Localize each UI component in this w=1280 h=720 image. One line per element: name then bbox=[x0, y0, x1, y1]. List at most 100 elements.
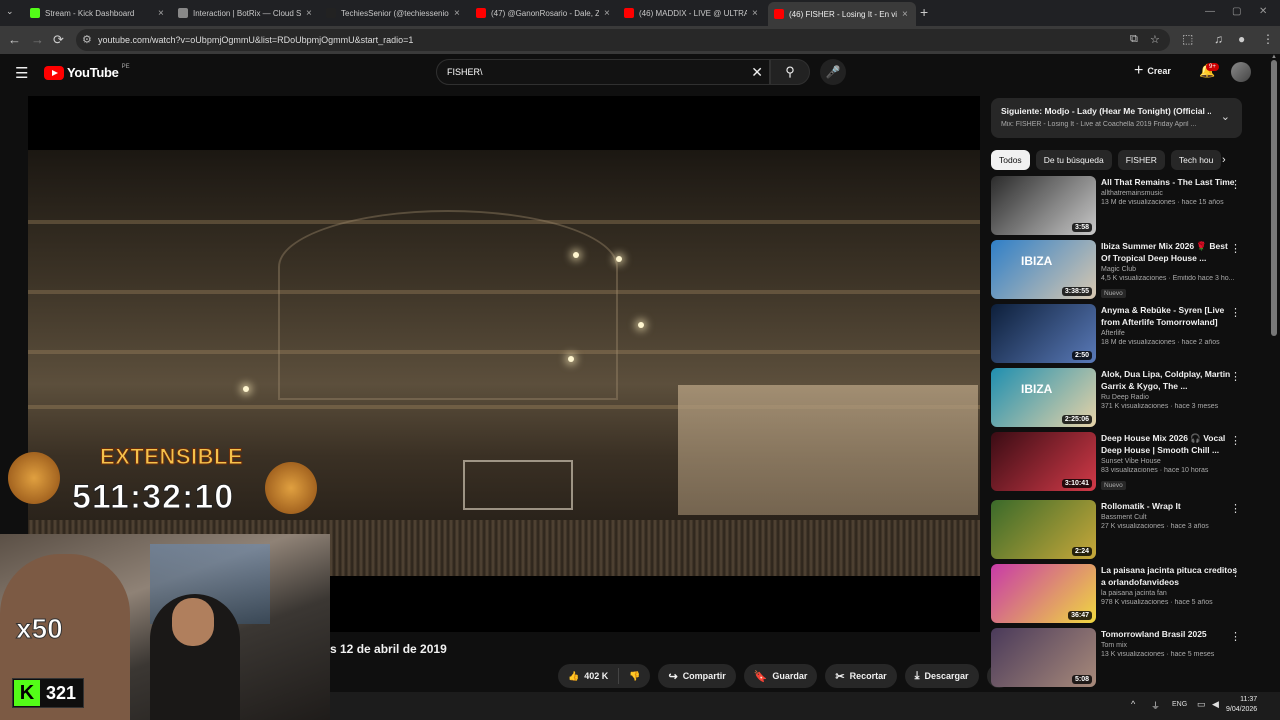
like-button[interactable]: 👍 402 K bbox=[558, 671, 618, 682]
address-bar[interactable]: ⚙ youtube.com/watch?v=oUbpmjOgmmU&list=R… bbox=[76, 29, 1170, 51]
clip-button[interactable]: ✂ Recortar bbox=[825, 664, 897, 688]
youtube-logo[interactable]: YouTube PE bbox=[44, 64, 130, 80]
tab-close-icon[interactable]: × bbox=[752, 8, 760, 19]
video-thumbnail[interactable]: IBIZA 2:25:06 bbox=[991, 368, 1096, 427]
recommended-video[interactable]: 3:10:41 Deep House Mix 2026 🎧 Vocal Deep … bbox=[991, 432, 1251, 492]
tab-close-icon[interactable]: × bbox=[158, 8, 166, 19]
video-thumbnail[interactable]: 36:47 bbox=[991, 564, 1096, 623]
tab-close-icon[interactable]: × bbox=[306, 8, 314, 19]
browser-tab[interactable]: Stream - Kick Dashboard × bbox=[24, 3, 172, 23]
tab-close-icon[interactable]: × bbox=[604, 8, 612, 19]
chevron-right-icon[interactable]: › bbox=[1222, 154, 1226, 166]
menu-icon[interactable]: ☰ bbox=[15, 64, 28, 82]
save-button[interactable]: 🔖 Guardar bbox=[743, 664, 818, 688]
video-thumbnail[interactable]: 3:58 bbox=[991, 176, 1096, 235]
video-thumbnail[interactable]: IBIZA 3:38:55 bbox=[991, 240, 1096, 299]
channel-name[interactable]: la paisana jacinta fan bbox=[1101, 590, 1239, 597]
close-window-icon[interactable]: ✕ bbox=[1259, 6, 1267, 17]
kebab-menu-icon[interactable]: ⋮ bbox=[1230, 502, 1241, 515]
video-duration: 3:38:55 bbox=[1061, 287, 1092, 296]
new-tab-button[interactable]: + bbox=[920, 4, 928, 20]
install-icon[interactable]: ⧉ bbox=[1130, 33, 1138, 46]
tray-chevron-icon[interactable]: ^ bbox=[1131, 699, 1135, 709]
create-button[interactable]: + Crear bbox=[1134, 62, 1171, 80]
media-control-icon[interactable]: ♫ bbox=[1214, 32, 1223, 46]
video-title[interactable]: La paisana jacinta pituca creditos a orl… bbox=[1101, 564, 1239, 588]
recommended-video[interactable]: 2:50 Anyma & Rebūke - Syren [Live from Af… bbox=[991, 304, 1251, 364]
language-indicator[interactable]: ENG bbox=[1172, 701, 1187, 708]
search-query[interactable]: FISHER\ bbox=[447, 67, 483, 77]
download-button[interactable]: ⤓ Descargar bbox=[904, 664, 979, 688]
filter-chip[interactable]: FISHER bbox=[1117, 150, 1165, 170]
kebab-menu-icon[interactable]: ⋮ bbox=[1230, 630, 1241, 643]
recommended-video[interactable]: 36:47 La paisana jacinta pituca creditos … bbox=[991, 564, 1251, 624]
kebab-menu-icon[interactable]: ⋮ bbox=[1230, 306, 1241, 319]
bookmark-star-icon[interactable]: ☆ bbox=[1150, 33, 1160, 46]
tab-close-icon[interactable]: × bbox=[902, 9, 910, 20]
video-title[interactable]: All That Remains - The Last Time bbox=[1101, 176, 1239, 188]
site-info-icon[interactable]: ⚙ bbox=[82, 33, 92, 46]
user-avatar[interactable] bbox=[1231, 62, 1251, 82]
recommended-video[interactable]: 5:08 Tomorrowland Brasil 2025 Tom mix 13 K … bbox=[991, 628, 1251, 688]
channel-name[interactable]: Sunset Vibe House bbox=[1101, 458, 1239, 465]
video-title[interactable]: Deep House Mix 2026 🎧 Vocal Deep House |… bbox=[1101, 432, 1239, 456]
tab-close-icon[interactable]: × bbox=[454, 8, 462, 19]
video-title[interactable]: Anyma & Rebūke - Syren [Live from Afterl… bbox=[1101, 304, 1239, 328]
recommended-video[interactable]: 3:58 All That Remains - The Last Time allt… bbox=[991, 176, 1251, 236]
network-icon[interactable]: ▭ bbox=[1197, 699, 1206, 710]
kebab-menu-icon[interactable]: ⋮ bbox=[1230, 566, 1241, 579]
channel-name[interactable]: Ru Deep Radio bbox=[1101, 394, 1239, 401]
tab-search-icon[interactable]: ⌄ bbox=[6, 6, 14, 17]
system-clock[interactable]: 11:37 9/04/2026 bbox=[1226, 695, 1257, 715]
video-thumbnail[interactable]: 2:24 bbox=[991, 500, 1096, 559]
voice-search-button[interactable]: 🎤 bbox=[820, 59, 846, 85]
recommended-video[interactable]: IBIZA 2:25:06 Alok, Dua Lipa, Coldplay, Ma… bbox=[991, 368, 1251, 428]
kebab-menu-icon[interactable]: ⋮ bbox=[1230, 242, 1241, 255]
chevron-down-icon[interactable]: ⌄ bbox=[1221, 110, 1230, 123]
browser-menu-icon[interactable]: ⋮ bbox=[1262, 32, 1274, 46]
tab-label: (46) MADDIX - LIVE @ ULTRA M bbox=[639, 8, 747, 18]
tray-mic-icon[interactable]: ⏚ bbox=[1151, 699, 1160, 712]
recommended-video[interactable]: IBIZA 3:38:55 Ibiza Summer Mix 2026 🌹 Best… bbox=[991, 240, 1251, 300]
kebab-menu-icon[interactable]: ⋮ bbox=[1230, 434, 1241, 447]
browser-tab[interactable]: TechiesSenior (@techiessenior_ × bbox=[320, 3, 468, 23]
search-button[interactable]: ⚲ bbox=[770, 59, 810, 85]
dislike-button[interactable]: 👎 bbox=[619, 671, 650, 682]
url-text[interactable]: youtube.com/watch?v=oUbpmjOgmmU&list=RDo… bbox=[98, 35, 413, 45]
reload-icon[interactable]: ⟳ bbox=[53, 32, 64, 48]
browser-tab[interactable]: (47) @GanonRosario - Dale, Ze × bbox=[470, 3, 618, 23]
playlist-next-panel[interactable]: Siguiente: Modjo - Lady (Hear Me Tonight… bbox=[991, 98, 1242, 138]
recommended-video[interactable]: 2:24 Rollomatik - Wrap It Bassment Cult 27 … bbox=[991, 500, 1251, 560]
video-title[interactable]: Alok, Dua Lipa, Coldplay, Martin Garrix … bbox=[1101, 368, 1239, 392]
video-title[interactable]: Rollomatik - Wrap It bbox=[1101, 500, 1239, 512]
extensions-icon[interactable]: ⬚ bbox=[1182, 32, 1193, 46]
filter-chip[interactable]: De tu búsqueda bbox=[1035, 150, 1112, 170]
video-title[interactable]: Ibiza Summer Mix 2026 🌹 Best Of Tropical… bbox=[1101, 240, 1239, 264]
page-scrollbar[interactable] bbox=[1271, 60, 1277, 336]
search-input[interactable]: FISHER\ ✕ bbox=[436, 59, 770, 85]
browser-tab[interactable]: (46) MADDIX - LIVE @ ULTRA M × bbox=[618, 3, 766, 23]
filter-chip[interactable]: Todos bbox=[991, 150, 1030, 170]
browser-tab[interactable]: (46) FISHER - Losing It - En viv × bbox=[768, 2, 916, 26]
filter-chip[interactable]: Tech hou bbox=[1170, 150, 1222, 170]
video-title[interactable]: Tomorrowland Brasil 2025 bbox=[1101, 628, 1239, 640]
kebab-menu-icon[interactable]: ⋮ bbox=[1230, 178, 1241, 191]
maximize-icon[interactable]: ▢ bbox=[1232, 6, 1241, 17]
kebab-menu-icon[interactable]: ⋮ bbox=[1230, 370, 1241, 383]
forward-icon[interactable]: → bbox=[31, 32, 44, 47]
channel-name[interactable]: Tom mix bbox=[1101, 642, 1239, 649]
minimize-icon[interactable]: — bbox=[1205, 6, 1215, 17]
channel-name[interactable]: allthatremainsmusic bbox=[1101, 190, 1239, 197]
channel-name[interactable]: Afterlife bbox=[1101, 330, 1239, 337]
video-thumbnail[interactable]: 3:10:41 bbox=[991, 432, 1096, 491]
profile-icon[interactable]: ● bbox=[1238, 32, 1245, 46]
back-icon[interactable]: ← bbox=[8, 32, 21, 47]
video-thumbnail[interactable]: 5:08 bbox=[991, 628, 1096, 687]
share-button[interactable]: ↪ Compartir bbox=[658, 664, 736, 688]
channel-name[interactable]: Bassment Cult bbox=[1101, 514, 1239, 521]
browser-tab[interactable]: Interaction | BotRix — Cloud St × bbox=[172, 3, 320, 23]
video-thumbnail[interactable]: 2:50 bbox=[991, 304, 1096, 363]
volume-icon[interactable]: ◀ bbox=[1212, 699, 1219, 710]
clear-search-icon[interactable]: ✕ bbox=[751, 64, 763, 81]
channel-name[interactable]: Magic Club bbox=[1101, 266, 1239, 273]
